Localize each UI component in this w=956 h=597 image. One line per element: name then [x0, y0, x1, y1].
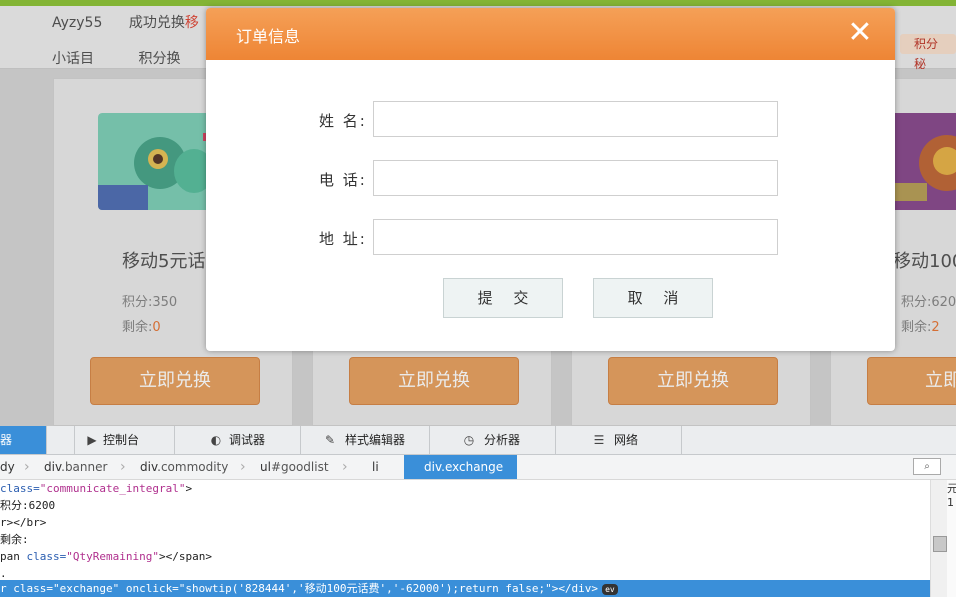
crumb-goodlist[interactable]: ul#goodlist [260, 455, 329, 479]
code-line[interactable]: pan class="QtyRemaining"></span> [0, 548, 930, 565]
dialog-title: 订单信息 [236, 27, 301, 46]
address-label: 地 址: [319, 230, 367, 248]
code-line[interactable]: 剩余: [0, 531, 930, 548]
crumb-class: #goodlist [270, 460, 329, 474]
code-line[interactable]: class="communicate_integral"> [0, 480, 930, 497]
phone-label: 电 话: [319, 171, 367, 189]
markup-scrollbar[interactable] [930, 480, 948, 597]
order-info-dialog: 订单信息 ✕ 姓 名: 电 话: 地 址: 提 交 取 消 [206, 8, 895, 351]
network-icon: ☰ [593, 433, 605, 447]
tab-style-editor[interactable]: ✎ 样式编辑器 [301, 426, 430, 454]
crumb-tag: div [44, 460, 62, 474]
name-row: 姓 名: [206, 101, 895, 137]
code-line[interactable]: r></br> [0, 514, 930, 531]
code-text: pan [0, 550, 27, 563]
profiler-icon: ◷ [463, 433, 475, 447]
attr-value: "QtyRemaining" [66, 550, 159, 563]
name-label: 姓 名: [319, 112, 367, 130]
crumb-separator: › [120, 459, 126, 475]
tab-debugger[interactable]: ◐ 调试器 [175, 426, 301, 454]
crumb-banner[interactable]: div.banner [44, 455, 107, 479]
crumb-tag: dy [0, 460, 15, 474]
tab-label: 网络 [614, 433, 639, 447]
crumb-exchange[interactable]: div.exchange [404, 455, 518, 479]
phone-input[interactable] [373, 160, 778, 196]
crumb-commodity[interactable]: div.commodity [140, 455, 228, 479]
submit-button[interactable]: 提 交 [443, 278, 563, 318]
devtools-panel: 器 ▶ 控制台 ◐ 调试器 ✎ 样式编辑器 ◷ 分析器 ☰ 网络 dy › div.ban… [0, 426, 956, 597]
tab-label: 调试器 [229, 433, 266, 447]
phone-row: 电 话: [206, 160, 895, 196]
tab-label: 控制台 [103, 433, 140, 447]
markup-view[interactable]: class="communicate_integral"> 积分:6200 r>… [0, 480, 930, 597]
code-line[interactable]: 积分:6200 [0, 497, 930, 514]
cancel-button[interactable]: 取 消 [593, 278, 713, 318]
scrollbar-thumb[interactable] [933, 536, 947, 552]
attr-name: class= [0, 482, 40, 495]
crumb-tag: ul [260, 460, 271, 474]
tab-label: 分析器 [484, 433, 521, 447]
code-line-selected[interactable]: r class="exchange" onclick="showtip('828… [0, 580, 930, 597]
tab-label: 器 [0, 433, 13, 447]
crumb-class: .banner [61, 460, 108, 474]
devtools-tabbar: 器 ▶ 控制台 ◐ 调试器 ✎ 样式编辑器 ◷ 分析器 ☰ 网络 [0, 426, 956, 455]
name-input[interactable] [373, 101, 778, 137]
crumb-separator: › [342, 459, 348, 475]
address-input[interactable] [373, 219, 778, 255]
crumb-li[interactable]: li [372, 455, 379, 479]
address-row: 地 址: [206, 219, 895, 255]
tab-inspector[interactable]: 器 [0, 426, 47, 454]
code-text: > [185, 482, 193, 495]
code-text: ></span> [158, 550, 212, 563]
event-badge[interactable]: ev [602, 583, 618, 595]
attr-name: class= [26, 550, 67, 563]
side-panel-edge: 元 1 [947, 480, 956, 597]
crumb-separator: › [240, 459, 246, 475]
crumb-class: .commodity [157, 460, 229, 474]
crumb-body[interactable]: dy [0, 455, 15, 479]
console-icon: ▶ [87, 433, 97, 447]
crumb-tag: div [140, 460, 158, 474]
attr-value: "communicate_integral" [39, 482, 186, 495]
crumb-class: .exchange [441, 460, 504, 474]
close-icon[interactable]: ✕ [845, 18, 875, 48]
debugger-icon: ◐ [210, 433, 222, 447]
tab-label: 样式编辑器 [345, 433, 406, 447]
search-icon[interactable]: ⌕ [913, 458, 941, 475]
code-text: r class="exchange" onclick="showtip('828… [0, 582, 599, 595]
crumb-tag: li [372, 460, 379, 474]
tab-network[interactable]: ☰ 网络 [556, 426, 682, 454]
style-editor-icon: ✎ [324, 433, 336, 447]
crumb-tag: div [424, 460, 442, 474]
crumb-separator: › [24, 459, 30, 475]
tab-console[interactable]: ▶ 控制台 [74, 426, 175, 454]
tab-profiler[interactable]: ◷ 分析器 [430, 426, 556, 454]
dialog-header: 订单信息 ✕ [206, 8, 895, 60]
breadcrumb: dy › div.banner › div.commodity › ul#goo… [0, 455, 956, 480]
